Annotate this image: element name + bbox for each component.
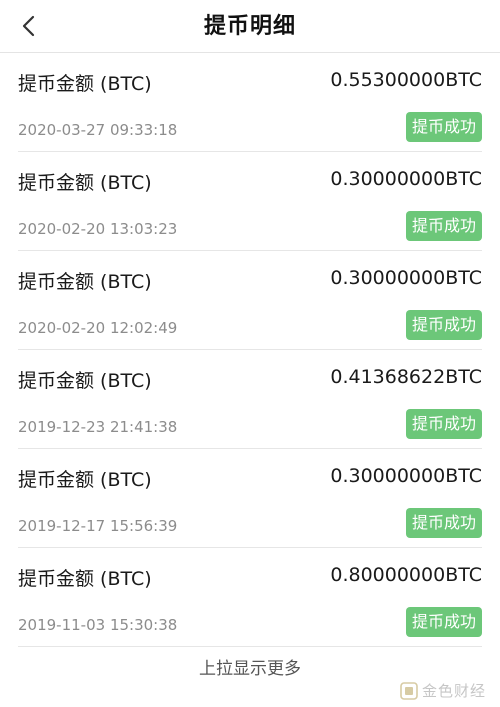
list-item[interactable]: 提币金额 (BTC) 0.30000000BTC 2020-02-20 13:0… xyxy=(18,152,482,251)
timestamp: 2020-02-20 12:02:49 xyxy=(18,319,178,337)
timestamp: 2019-12-17 15:56:39 xyxy=(18,517,178,535)
logo-icon xyxy=(400,681,418,700)
timestamp: 2020-03-27 09:33:18 xyxy=(18,121,178,139)
list-item[interactable]: 提币金额 (BTC) 0.30000000BTC 2019-12-17 15:5… xyxy=(18,449,482,548)
amount-value: 0.30000000BTC xyxy=(330,267,482,289)
watermark-text: 金色财经 xyxy=(421,682,486,700)
status-badge: 提币成功 xyxy=(405,607,482,637)
status-badge: 提币成功 xyxy=(405,409,482,439)
list-item[interactable]: 提币金额 (BTC) 0.55300000BTC 2020-03-27 09:3… xyxy=(18,53,482,152)
timestamp: 2019-11-03 15:30:38 xyxy=(18,616,178,634)
status-badge: 提币成功 xyxy=(405,508,482,538)
amount-value: 0.55300000BTC xyxy=(330,69,482,91)
amount-label: 提币金额 (BTC) xyxy=(18,469,152,491)
list-item[interactable]: 提币金额 (BTC) 0.30000000BTC 2020-02-20 12:0… xyxy=(18,251,482,350)
nav-bar: 提币明细 xyxy=(0,0,500,53)
record-list: 提币金额 (BTC) 0.55300000BTC 2020-03-27 09:3… xyxy=(0,53,500,647)
timestamp: 2020-02-20 13:03:23 xyxy=(18,220,178,238)
amount-value: 0.30000000BTC xyxy=(330,465,482,487)
status-badge: 提币成功 xyxy=(405,211,482,241)
amount-label: 提币金额 (BTC) xyxy=(18,172,152,194)
amount-label: 提币金额 (BTC) xyxy=(18,73,152,95)
amount-value: 0.30000000BTC xyxy=(330,168,482,190)
watermark: 金色财经 xyxy=(400,680,486,701)
list-item[interactable]: 提币金额 (BTC) 0.41368622BTC 2019-12-23 21:4… xyxy=(18,350,482,449)
amount-value: 0.80000000BTC xyxy=(330,564,482,586)
timestamp: 2019-12-23 21:41:38 xyxy=(18,418,178,436)
list-item[interactable]: 提币金额 (BTC) 0.80000000BTC 2019-11-03 15:3… xyxy=(18,548,482,647)
page-title: 提币明细 xyxy=(203,14,296,39)
status-badge: 提币成功 xyxy=(405,310,482,340)
amount-label: 提币金额 (BTC) xyxy=(18,568,152,590)
amount-value: 0.41368622BTC xyxy=(330,366,482,388)
amount-label: 提币金额 (BTC) xyxy=(18,370,152,392)
status-badge: 提币成功 xyxy=(405,112,482,142)
amount-label: 提币金额 (BTC) xyxy=(18,271,152,293)
